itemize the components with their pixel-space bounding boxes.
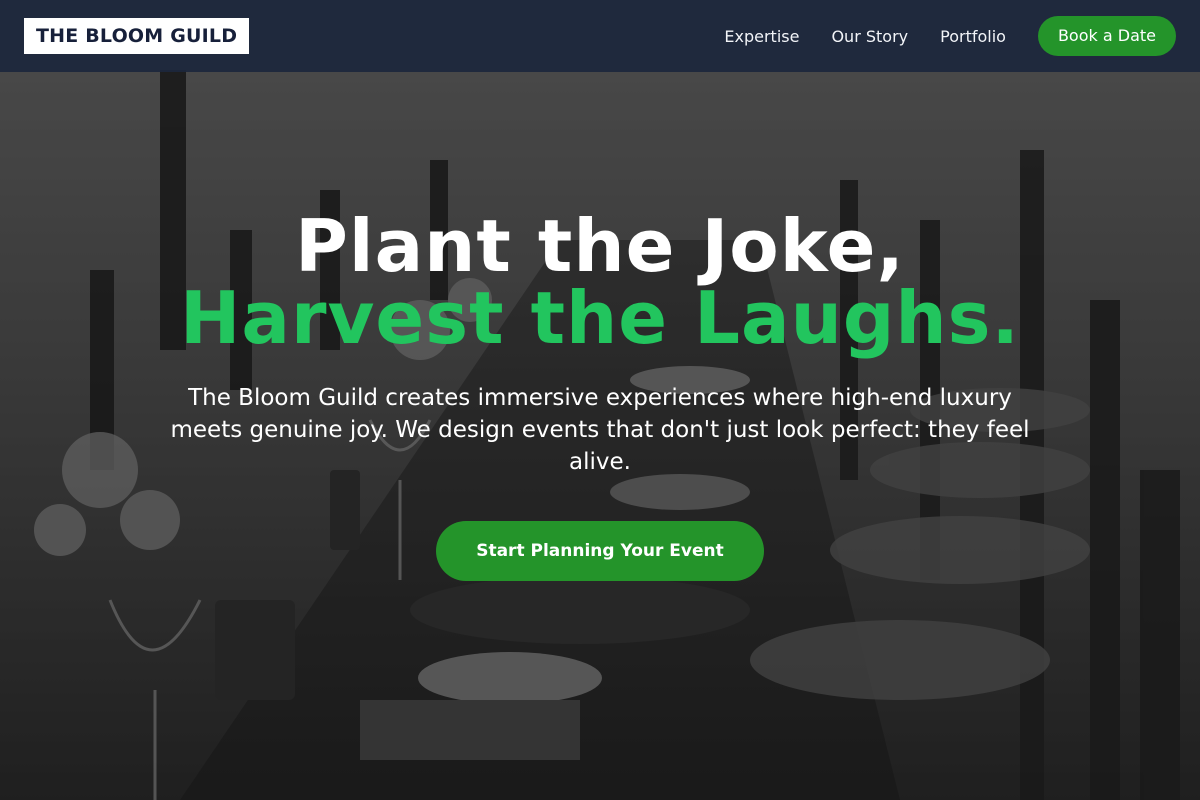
start-planning-button[interactable]: Start Planning Your Event	[436, 521, 764, 581]
nav-link-our-story[interactable]: Our Story	[831, 27, 908, 46]
logo[interactable]: THE BLOOM GUILD	[24, 18, 250, 54]
hero-content: Plant the Joke, Harvest the Laughs. The …	[0, 210, 1200, 581]
nav-link-expertise[interactable]: Expertise	[724, 27, 799, 46]
navbar: THE BLOOM GUILD Expertise Our Story Port…	[0, 0, 1200, 72]
book-a-date-button[interactable]: Book a Date	[1037, 16, 1176, 56]
nav-links: Expertise Our Story Portfolio Book a Dat…	[724, 16, 1176, 56]
hero-headline: Plant the Joke, Harvest the Laughs.	[0, 210, 1200, 354]
hero-subtext: The Bloom Guild creates immersive experi…	[170, 385, 1030, 475]
nav-link-portfolio[interactable]: Portfolio	[940, 27, 1006, 46]
headline-line-2: Harvest the Laughs.	[180, 276, 1020, 360]
page: THE BLOOM GUILD Expertise Our Story Port…	[0, 0, 1200, 800]
headline-line-1: Plant the Joke,	[295, 204, 905, 288]
